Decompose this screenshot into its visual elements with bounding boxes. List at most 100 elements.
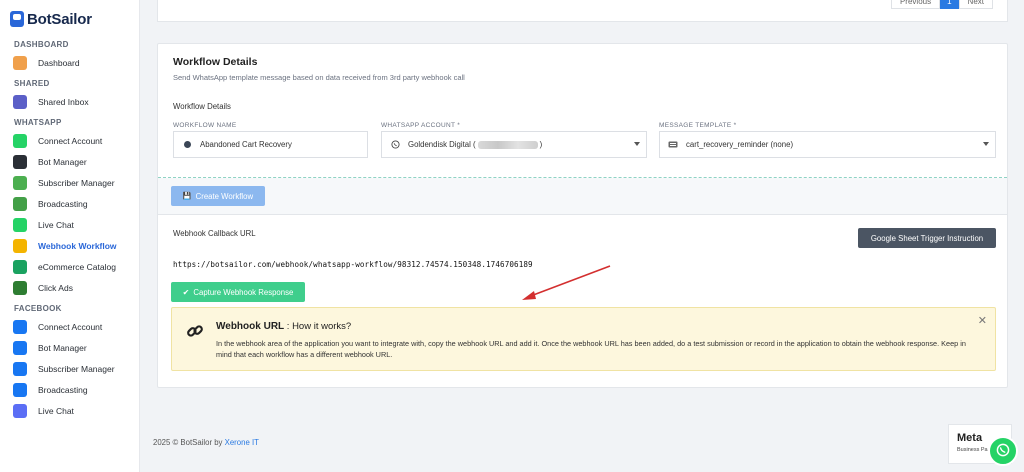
info-title-bold: Webhook URL xyxy=(216,321,285,332)
robot-icon xyxy=(13,154,27,169)
create-workflow-label: Create Workflow xyxy=(195,191,254,201)
webhook-callback-url[interactable]: https://botsailor.com/webhook/whatsapp-w… xyxy=(173,260,533,269)
sidebar-item-bot-manager[interactable]: Bot Manager xyxy=(0,337,139,358)
whatsapp-icon xyxy=(995,442,1011,461)
link-icon xyxy=(186,322,204,345)
annotation-arrow-icon xyxy=(522,265,611,300)
sidebar-item-label: Broadcasting xyxy=(38,384,88,395)
workflow-name-input[interactable]: Abandoned Cart Recovery xyxy=(173,131,368,158)
main-content: Previous 1 Next Workflow Details Send Wh… xyxy=(140,0,1024,472)
whatsapp-chat-float-button[interactable] xyxy=(988,436,1018,466)
info-text: In the webhook area of the application y… xyxy=(216,339,966,359)
save-icon: 💾 xyxy=(182,193,192,200)
card-action-bar: 💾 Create Workflow xyxy=(158,178,1007,215)
sidebar-item-subscriber-manager[interactable]: Subscriber Manager xyxy=(0,172,139,193)
pagination-page-1[interactable]: 1 xyxy=(940,0,959,9)
create-workflow-button[interactable]: 💾 Create Workflow xyxy=(171,186,265,206)
gauge-icon xyxy=(13,55,27,70)
sidebar-item-live-chat[interactable]: Live Chat xyxy=(0,214,139,235)
inbox-icon xyxy=(13,94,27,109)
footer-copyright: 2025 © BotSailor by Xerone IT xyxy=(153,438,259,447)
sidebar-item-label: eCommerce Catalog xyxy=(38,261,116,272)
chat-icon xyxy=(13,217,27,232)
sidebar-item-label: Live Chat xyxy=(38,219,74,230)
message-template-label: MESSAGE TEMPLATE * xyxy=(659,122,737,129)
whatsapp-icon xyxy=(13,133,27,148)
botsailor-logo-icon xyxy=(10,11,24,27)
info-title: Webhook URL : How it works? xyxy=(216,321,351,332)
ads-icon xyxy=(13,280,27,295)
sidebar-item-dashboard[interactable]: Dashboard xyxy=(0,52,139,73)
sidebar-item-live-chat[interactable]: Live Chat xyxy=(0,400,139,421)
sidebar-item-label: Live Chat xyxy=(38,405,74,416)
workflow-details-card: Workflow Details Send WhatsApp template … xyxy=(157,43,1008,388)
megaphone-icon xyxy=(13,196,27,211)
sidebar-item-label: Click Ads xyxy=(38,282,73,293)
sidebar-item-shared-inbox[interactable]: Shared Inbox xyxy=(0,91,139,112)
facebook-icon xyxy=(13,319,27,334)
robot-icon xyxy=(13,340,27,355)
sidebar-item-label: Webhook Workflow xyxy=(38,240,117,251)
sidebar-item-connect-account[interactable]: Connect Account xyxy=(0,130,139,151)
webhook-icon xyxy=(13,238,27,253)
sidebar-item-broadcasting[interactable]: Broadcasting xyxy=(0,379,139,400)
message-template-value: cart_recovery_reminder (none) xyxy=(686,140,794,149)
sidebar-item-subscriber-manager[interactable]: Subscriber Manager xyxy=(0,358,139,379)
details-section-label: Workflow Details xyxy=(173,102,231,111)
dot-icon xyxy=(174,132,200,157)
sidebar-item-connect-account[interactable]: Connect Account xyxy=(0,316,139,337)
whatsapp-icon xyxy=(382,132,408,157)
sidebar-section-facebook: FACEBOOK xyxy=(14,304,62,313)
users-icon xyxy=(13,361,27,376)
sidebar-item-label: Bot Manager xyxy=(38,342,87,353)
whatsapp-account-select[interactable]: Goldendisk Digital ( ) xyxy=(381,131,647,158)
workflow-name-value: Abandoned Cart Recovery xyxy=(200,140,292,149)
meta-logo-text: Meta xyxy=(957,432,983,444)
copyright-text: 2025 © BotSailor by xyxy=(153,438,225,447)
brand-name: BotSailor xyxy=(27,10,92,28)
sidebar-item-label: Connect Account xyxy=(38,135,103,146)
meta-subtitle: Business Pa xyxy=(957,447,988,453)
sidebar-item-broadcasting[interactable]: Broadcasting xyxy=(0,193,139,214)
sidebar: BotSailor DASHBOARD Dashboard SHARED Shared… xyxy=(0,0,140,472)
company-link[interactable]: Xerone IT xyxy=(225,438,259,447)
check-circle-icon: ✔ xyxy=(182,287,190,297)
previous-card: Previous 1 Next xyxy=(157,0,1008,22)
sidebar-item-label: Bot Manager xyxy=(38,156,87,167)
sidebar-item-click-ads[interactable]: Click Ads xyxy=(0,277,139,298)
megaphone-icon xyxy=(13,382,27,397)
users-icon xyxy=(13,175,27,190)
google-sheet-instruction-button[interactable]: Google Sheet Trigger Instruction xyxy=(858,228,996,248)
message-template-select[interactable]: cart_recovery_reminder (none) xyxy=(659,131,996,158)
card-title: Workflow Details xyxy=(173,56,258,68)
messenger-icon xyxy=(13,403,27,418)
whatsapp-account-label: WHATSAPP ACCOUNT * xyxy=(381,122,461,129)
webhook-callback-label: Webhook Callback URL xyxy=(173,229,256,238)
close-icon[interactable]: ✕ xyxy=(978,314,987,327)
sidebar-item-webhook-workflow[interactable]: Webhook Workflow xyxy=(0,235,139,256)
whatsapp-account-value-suffix: ) xyxy=(539,140,543,149)
bag-icon xyxy=(13,259,27,274)
pagination-previous[interactable]: Previous xyxy=(890,0,941,9)
sidebar-section-dashboard: DASHBOARD xyxy=(14,40,69,49)
sidebar-item-ecommerce-catalog[interactable]: eCommerce Catalog xyxy=(0,256,139,277)
whatsapp-account-value-prefix: Goldendisk Digital ( xyxy=(408,140,476,149)
sidebar-nav: DASHBOARD Dashboard SHARED Shared Inbox WHAT… xyxy=(0,38,139,425)
pagination-next[interactable]: Next xyxy=(958,0,993,9)
sidebar-item-bot-manager[interactable]: Bot Manager xyxy=(0,151,139,172)
sidebar-item-label: Subscriber Manager xyxy=(38,363,115,374)
webhook-info-alert: Webhook URL : How it works? In the webho… xyxy=(171,307,996,371)
chevron-down-icon xyxy=(983,142,989,146)
sidebar-section-shared: SHARED xyxy=(14,79,50,88)
capture-webhook-response-button[interactable]: ✔ Capture Webhook Response xyxy=(171,282,305,302)
capture-webhook-label: Capture Webhook Response xyxy=(193,287,294,297)
info-title-rest: : How it works? xyxy=(284,321,352,332)
brand[interactable]: BotSailor xyxy=(0,0,139,38)
sidebar-item-label: Broadcasting xyxy=(38,198,88,209)
sidebar-item-label: Connect Account xyxy=(38,321,103,332)
sidebar-item-label: Dashboard xyxy=(38,57,80,68)
sidebar-section-whatsapp: WHATSAPP xyxy=(14,118,62,127)
card-subtitle: Send WhatsApp template message based on … xyxy=(173,73,465,82)
sidebar-item-label: Subscriber Manager xyxy=(38,177,115,188)
